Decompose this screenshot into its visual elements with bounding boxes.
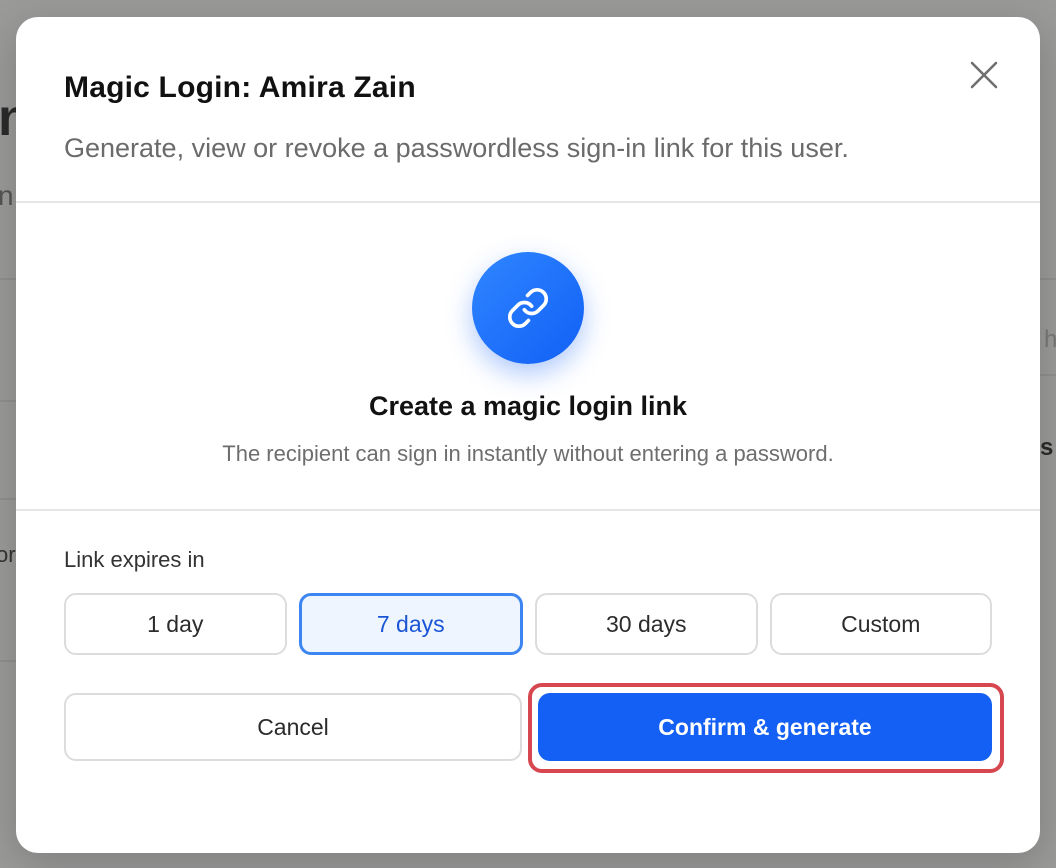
confirm-button-wrapper: Confirm & generate — [528, 683, 1004, 773]
hero-description: The recipient can sign in instantly with… — [222, 441, 834, 466]
expiry-option-group: 1 day 7 days 30 days Custom — [64, 593, 992, 655]
expiry-label: Link expires in — [64, 547, 205, 572]
hero-title: Create a magic login link — [368, 391, 688, 421]
close-button[interactable] — [966, 57, 1002, 93]
close-icon — [970, 61, 998, 89]
background-text-fragment: n — [0, 180, 14, 211]
expiry-option-7-days[interactable]: 7 days — [298, 593, 523, 655]
dialog-header: Magic Login: Amira Zain Generate, view o… — [16, 17, 1040, 203]
background-text-fragment: or — [0, 542, 16, 567]
background-divider — [0, 660, 16, 662]
options-section: Link expires in 1 day 7 days 30 days Cus… — [16, 511, 1040, 853]
background-divider — [0, 278, 16, 280]
background-divider — [0, 400, 16, 402]
expiry-option-custom[interactable]: Custom — [769, 593, 992, 655]
magic-login-dialog: Magic Login: Amira Zain Generate, view o… — [16, 17, 1040, 853]
background-divider — [1040, 374, 1056, 376]
background-text-fragment: h — [1044, 326, 1056, 353]
link-badge — [472, 252, 584, 364]
background-text-fragment: s — [1040, 434, 1054, 461]
dialog-title: Magic Login: Amira Zain — [64, 71, 416, 104]
confirm-generate-button[interactable]: Confirm & generate — [538, 693, 992, 761]
hero-section: Create a magic login link The recipient … — [16, 203, 1040, 511]
expiry-option-1-day[interactable]: 1 day — [64, 593, 287, 655]
background-divider — [1040, 278, 1056, 280]
background-divider — [0, 498, 16, 500]
action-row: Cancel Confirm & generate — [64, 683, 1004, 773]
expiry-option-30-days[interactable]: 30 days — [535, 593, 758, 655]
link-icon — [507, 287, 549, 329]
cancel-button[interactable]: Cancel — [64, 693, 522, 761]
dialog-subtitle: Generate, view or revoke a passwordless … — [64, 133, 849, 163]
